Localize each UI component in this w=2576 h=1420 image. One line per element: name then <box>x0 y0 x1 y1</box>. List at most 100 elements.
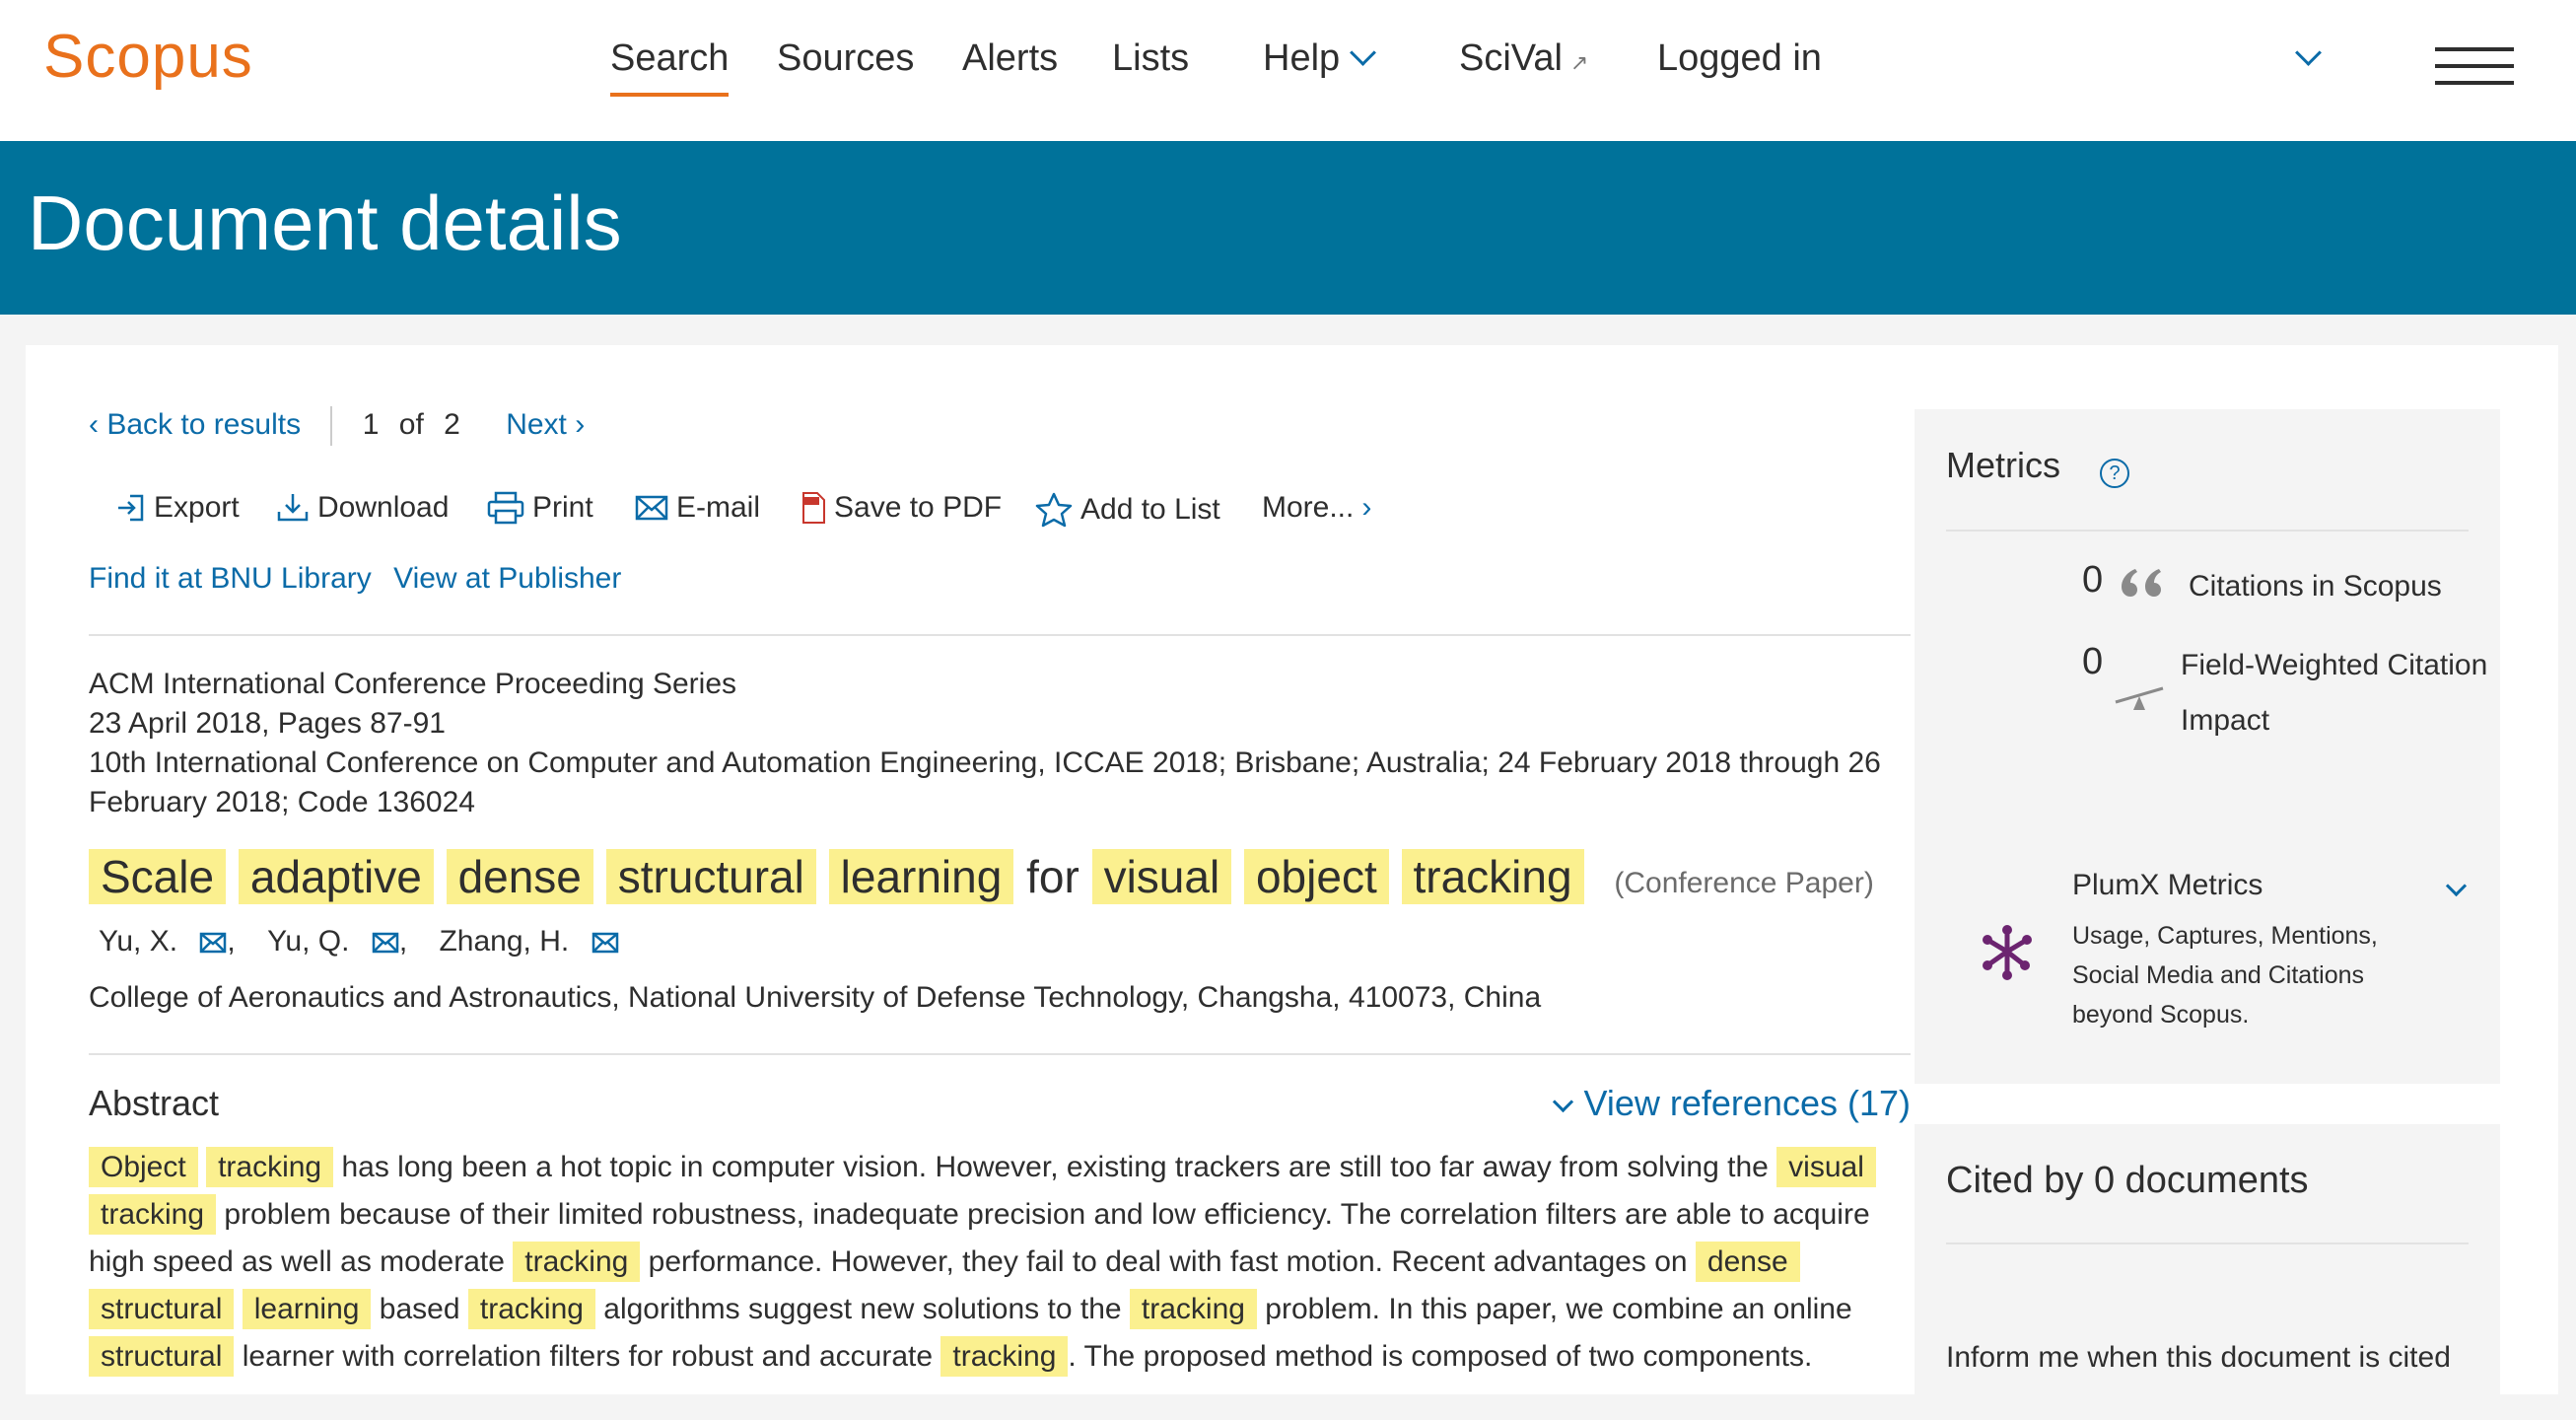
author-name[interactable]: Zhang, H. <box>439 925 569 958</box>
pdf-label: Save to PDF <box>834 491 1003 524</box>
plumx-title[interactable]: PlumX Metrics <box>2072 869 2263 902</box>
more-label: More... <box>1262 491 1355 524</box>
pdf-icon <box>802 492 825 524</box>
abstract-text-run: performance. However, they fail to deal … <box>640 1245 1696 1278</box>
next-link[interactable]: Next › <box>506 408 585 441</box>
author-name[interactable]: Yu, Q. <box>267 925 349 958</box>
fwci-label[interactable]: Field-Weighted Citation Impact <box>2181 638 2487 748</box>
nav-help-label: Help <box>1263 37 1341 79</box>
nav-alerts[interactable]: Alerts <box>962 37 1058 80</box>
print-label: Print <box>532 491 593 524</box>
results-pager: ‹ Back to results 1 of 2 Next › <box>89 406 585 446</box>
abstract-keyword: dense <box>1695 1242 1800 1282</box>
next-label: Next <box>506 407 567 441</box>
nav-help[interactable]: Help <box>1263 37 1377 80</box>
print-button[interactable]: Print <box>487 491 593 525</box>
divider <box>1946 1242 2469 1244</box>
nav-search[interactable]: Search <box>610 37 730 97</box>
title-word: adaptive <box>238 849 434 904</box>
metrics-heading: Metrics <box>1946 445 2060 485</box>
title-word: visual <box>1091 849 1232 904</box>
star-icon <box>1035 492 1073 528</box>
plumx-desc-line: Usage, Captures, Mentions, <box>2072 922 2378 950</box>
plumx-desc-line: Social Media and Citations <box>2072 961 2364 989</box>
page-title: Document details <box>28 179 622 266</box>
email-icon[interactable] <box>372 932 399 954</box>
affiliation: College of Aeronautics and Astronautics,… <box>89 981 1542 1014</box>
chevron-right-icon: › <box>1361 491 1372 524</box>
abstract-text-run <box>234 1293 242 1325</box>
export-button[interactable]: Export <box>116 491 240 525</box>
hamburger-menu-icon[interactable] <box>2435 47 2514 87</box>
email-icon[interactable] <box>592 932 619 954</box>
source-series[interactable]: ACM International Conference Proceeding … <box>89 665 1911 704</box>
title-word: structural <box>605 849 816 904</box>
more-button[interactable]: More... › <box>1262 491 1371 525</box>
find-at-library-link[interactable]: Find it at BNU Library <box>89 562 372 595</box>
nav-lists[interactable]: Lists <box>1112 37 1189 80</box>
email-label: E-mail <box>676 491 761 524</box>
pager-of: of <box>398 407 424 441</box>
export-label: Export <box>154 491 240 524</box>
view-references-link[interactable]: View references (17) <box>1542 1083 1912 1124</box>
title-word: object <box>1243 849 1389 904</box>
email-icon[interactable] <box>199 932 227 954</box>
source-conference: 10th International Conference on Compute… <box>89 746 1881 818</box>
chevron-down-icon <box>2295 39 2322 66</box>
citations-label[interactable]: Citations in Scopus <box>2189 559 2442 614</box>
abstract-keyword: tracking <box>89 1194 217 1235</box>
abstract-keyword: Object <box>89 1147 198 1187</box>
divider <box>89 634 1911 636</box>
plumx-icon <box>1983 925 2032 980</box>
abstract-text-run: learner with correlation filters for rob… <box>234 1340 941 1373</box>
document-title: Scale adaptive dense structural learning… <box>89 849 1874 904</box>
user-menu-toggle[interactable] <box>2285 37 2322 80</box>
abstract-keyword: tracking <box>467 1289 595 1329</box>
abstract-keyword: learning <box>242 1289 372 1329</box>
divider <box>89 1053 1911 1055</box>
nav-scival[interactable]: SciVal ↗ <box>1459 37 1588 80</box>
save-to-pdf-button[interactable]: Save to PDF <box>801 491 1002 525</box>
view-at-publisher-link[interactable]: View at Publisher <box>393 562 621 595</box>
email-icon <box>635 495 668 521</box>
top-navigation-bar: Scopus Search Sources Alerts Lists Help … <box>0 0 2576 141</box>
cited-by-panel: Cited by 0 documents Inform me when this… <box>1915 1124 2500 1420</box>
fwci-value: 0 <box>2082 641 2104 682</box>
abstract-text: Object tracking has long been a hot topi… <box>89 1144 1911 1381</box>
external-link-icon: ↗ <box>1569 50 1589 75</box>
back-to-results-link[interactable]: ‹ Back to results <box>89 408 301 441</box>
nav-logged-in[interactable]: Logged in <box>1657 37 1822 80</box>
abstract-text-run: algorithms suggest new solutions to the <box>594 1293 1130 1325</box>
download-label: Download <box>317 491 450 524</box>
citations-count: 0 <box>2082 559 2104 601</box>
nav-scival-label: SciVal <box>1459 37 1563 79</box>
inform-me-text: Inform me when this document is cited <box>1946 1341 2451 1374</box>
cited-by-heading: Cited by 0 documents <box>1946 1160 2309 1201</box>
title-word: tracking <box>1401 849 1584 904</box>
abstract-heading: Abstract <box>89 1083 220 1123</box>
fulltext-links: Find it at BNU Library View at Publisher <box>89 562 621 596</box>
quote-icon <box>2122 569 2161 597</box>
download-icon <box>277 494 309 522</box>
fwci-label-line: Field-Weighted Citation <box>2181 649 2488 681</box>
nav-sources[interactable]: Sources <box>777 37 914 80</box>
document-type: (Conference Paper) <box>1614 867 1874 899</box>
plumx-description: Usage, Captures, Mentions, Social Media … <box>2072 916 2378 1034</box>
scopus-logo[interactable]: Scopus <box>43 22 253 92</box>
chevron-down-icon <box>1552 1091 1573 1113</box>
view-references-label: View references (17) <box>1583 1083 1912 1123</box>
title-word: dense <box>446 849 593 904</box>
download-button[interactable]: Download <box>276 491 449 525</box>
abstract-keyword: tracking <box>1129 1289 1257 1329</box>
help-icon[interactable]: ? <box>2100 459 2129 488</box>
source-info: ACM International Conference Proceeding … <box>89 665 1911 822</box>
title-word: for <box>1026 851 1079 902</box>
abstract-keyword: structural <box>89 1336 235 1377</box>
abstract-keyword: structural <box>89 1289 235 1329</box>
plumx-desc-line: beyond Scopus. <box>2072 1001 2250 1029</box>
email-button[interactable]: E-mail <box>635 491 760 525</box>
chevron-down-icon[interactable] <box>2445 875 2468 897</box>
add-to-list-button[interactable]: Add to List <box>1035 491 1220 529</box>
export-icon <box>118 494 144 522</box>
author-name[interactable]: Yu, X. <box>99 925 177 958</box>
